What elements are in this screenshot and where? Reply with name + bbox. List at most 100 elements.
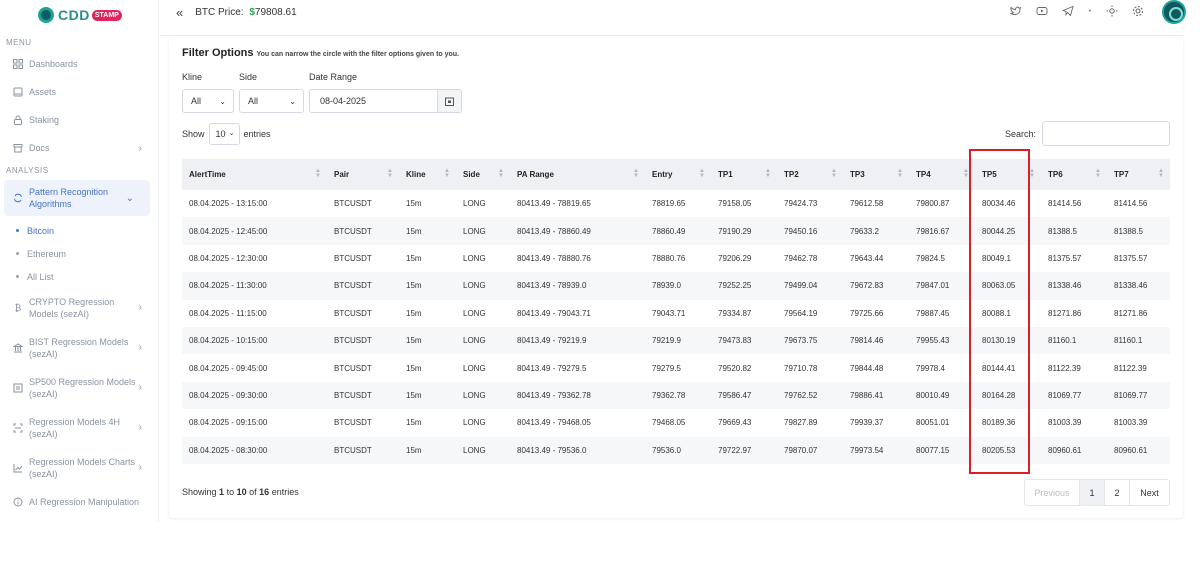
column-header-label: Side: [463, 170, 480, 179]
show-label: Show: [182, 129, 205, 139]
table-info: Showing 1 to 10 of 16 entries: [182, 487, 299, 497]
gear-icon[interactable]: [1132, 5, 1144, 17]
table-cell: 78860.49: [652, 226, 686, 236]
search-input[interactable]: [1042, 121, 1170, 146]
sidebar-item-staking[interactable]: Staking: [0, 106, 158, 134]
table-cell: 79520.82: [718, 363, 752, 373]
double-chevron-left-icon[interactable]: «: [176, 5, 183, 20]
table-cell: 08.04.2025 - 11:15:00: [189, 308, 267, 318]
column-header-kline[interactable]: Kline ▲ ▼: [399, 159, 456, 190]
column-header-tp5[interactable]: TP5 ▲ ▼: [975, 159, 1041, 190]
avatar[interactable]: [1162, 0, 1186, 24]
column-header-tp3[interactable]: TP3 ▲ ▼: [843, 159, 909, 190]
pagination-page-2[interactable]: 2: [1105, 480, 1130, 505]
table-cell: 79722.97: [718, 445, 752, 455]
telegram-icon[interactable]: [1062, 5, 1074, 17]
column-header-pair[interactable]: Pair ▲ ▼: [327, 159, 399, 190]
sidebar-item-assets[interactable]: Assets: [0, 78, 158, 106]
sidebar-item-bist-regression[interactable]: BIST Regression Models (sezAI) ›: [0, 328, 158, 368]
table-cell: 79955.43: [916, 336, 950, 346]
column-header-tp4[interactable]: TP4 ▲ ▼: [909, 159, 975, 190]
column-header-entry[interactable]: Entry ▲ ▼: [645, 159, 711, 190]
column-header-label: Entry: [652, 170, 673, 179]
table-row: 08.04.2025 - 09:15:00 BTCUSDT 15m LONG 80413…: [182, 409, 1170, 436]
chevron-right-icon: ›: [138, 302, 142, 313]
pagination-next[interactable]: Next: [1130, 480, 1169, 505]
calendar-icon[interactable]: [437, 90, 461, 112]
sidebar-item-ai-regression-manipulation[interactable]: AI Regression Manipulation: [0, 488, 158, 516]
filter-title-text: Filter Options: [182, 47, 254, 59]
sidebar-subitem-bitcoin[interactable]: Bitcoin: [0, 219, 158, 242]
label-line2: Algorithms: [29, 199, 72, 209]
bullet-icon: [16, 229, 19, 232]
bullet-icon: [16, 275, 19, 278]
table-cell: 81338.46: [1048, 281, 1082, 291]
column-header-tp6[interactable]: TP6 ▲ ▼: [1041, 159, 1107, 190]
sun-icon[interactable]: [1106, 5, 1118, 17]
kline-select[interactable]: All ⌄: [182, 89, 234, 113]
sort-icon: ▲ ▼: [963, 168, 969, 179]
logo[interactable]: CDD STAMP: [0, 0, 158, 30]
sidebar-subitem-ethereum[interactable]: Ethereum: [0, 242, 158, 265]
sidebar-item-docs[interactable]: Docs ›: [0, 134, 158, 162]
table-cell: 15m: [406, 226, 422, 236]
info-of-word: of: [249, 487, 257, 497]
sidebar-item-label: CRYPTO Regression Models (sezAI): [29, 296, 114, 320]
table-cell: 15m: [406, 199, 422, 209]
chart-box-icon: [13, 383, 23, 393]
table-row: 08.04.2025 - 13:15:00 BTCUSDT 15m LONG 80413…: [182, 190, 1170, 217]
table-cell: 78819.65: [652, 199, 686, 209]
sidebar: CDD STAMP MENU Dashboards Assets Staking…: [0, 0, 159, 522]
filter-title: Filter Options You can narrow the circle …: [182, 47, 459, 59]
table-cell: 80413.49 - 79279.5: [517, 363, 587, 373]
pagination-previous[interactable]: Previous: [1025, 480, 1080, 505]
sidebar-item-regression-4h[interactable]: Regression Models 4H (sezAI) ›: [0, 408, 158, 448]
column-header-side[interactable]: Side ▲ ▼: [456, 159, 510, 190]
youtube-icon[interactable]: [1036, 5, 1048, 17]
label-line2: Models (sezAI): [29, 309, 90, 319]
pagination-page-1[interactable]: 1: [1080, 480, 1105, 505]
entries-select-value: 10: [215, 129, 226, 139]
column-header-label: TP1: [718, 170, 733, 179]
column-header-tp7[interactable]: TP7 ▲ ▼: [1107, 159, 1170, 190]
menu-section-label: MENU: [6, 38, 32, 47]
archive-icon: [13, 143, 23, 153]
sidebar-item-crypto-regression[interactable]: ₿ CRYPTO Regression Models (sezAI) ›: [0, 288, 158, 328]
table-cell: LONG: [463, 418, 486, 428]
entries-length-control: Show 10 ⌄ entries: [182, 123, 271, 145]
dot-separator-icon: ·: [1087, 2, 1093, 19]
column-header-label: TP3: [850, 170, 865, 179]
date-range-input[interactable]: 08-04-2025: [309, 89, 462, 113]
table-cell: 08.04.2025 - 12:30:00: [189, 253, 268, 263]
column-header-label: AlertTime: [189, 170, 226, 179]
sidebar-item-sp500-regression[interactable]: SP500 Regression Models (sezAI) ›: [0, 368, 158, 408]
sidebar-item-pattern-recognition[interactable]: Pattern Recognition Algorithms ⌄: [4, 180, 150, 216]
column-header-alerttime[interactable]: AlertTime ▲ ▼: [182, 159, 327, 190]
table-cell: 80063.05: [982, 281, 1016, 291]
label-line1: Regression Models 4H: [29, 417, 121, 427]
table-cell: 79672.83: [850, 281, 884, 291]
column-header-pa-range[interactable]: PA Range ▲ ▼: [510, 159, 645, 190]
table-cell: 80034.46: [982, 199, 1016, 209]
sidebar-subitem-all-list[interactable]: All List: [0, 265, 158, 288]
table-cell: 79362.78: [652, 390, 686, 400]
logo-text: CDD: [58, 7, 90, 23]
side-select[interactable]: All ⌄: [239, 89, 304, 113]
table-cell: 79824.5: [916, 253, 945, 263]
label-line2: (sezAI): [29, 389, 58, 399]
entries-select[interactable]: 10 ⌄: [208, 123, 240, 145]
column-header-label: TP2: [784, 170, 799, 179]
sidebar-item-regression-charts[interactable]: Regression Models Charts (sezAI) ›: [0, 448, 158, 488]
table-cell: BTCUSDT: [334, 226, 372, 236]
table-cell: 81414.56: [1114, 199, 1148, 209]
sidebar-item-dashboards[interactable]: Dashboards: [0, 50, 158, 78]
column-header-tp2[interactable]: TP2 ▲ ▼: [777, 159, 843, 190]
column-header-tp1[interactable]: TP1 ▲ ▼: [711, 159, 777, 190]
chevron-down-icon: ⌄: [219, 97, 226, 106]
label-line1: Pattern Recognition: [29, 187, 109, 197]
twitter-icon[interactable]: [1010, 5, 1022, 17]
table-cell: BTCUSDT: [334, 445, 372, 455]
label-line1: BIST Regression Models: [29, 337, 129, 347]
table-cell: 79643.44: [850, 253, 884, 263]
sort-icon: ▲ ▼: [498, 168, 504, 179]
